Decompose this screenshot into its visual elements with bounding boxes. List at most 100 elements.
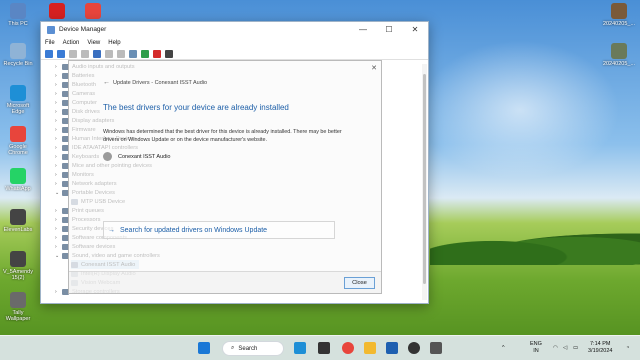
vertical-scrollbar[interactable] xyxy=(422,64,427,300)
desktop-icon[interactable]: ElevenLabs xyxy=(1,209,35,233)
chevron-right-icon[interactable]: › xyxy=(55,226,62,232)
print-icon[interactable] xyxy=(117,49,125,58)
word-taskbar-icon[interactable] xyxy=(386,342,398,354)
app-icon xyxy=(611,3,627,19)
language-indicator[interactable]: ENG IN xyxy=(530,341,542,355)
scan-hardware-icon[interactable] xyxy=(165,49,173,58)
menu-view[interactable]: View xyxy=(87,40,100,46)
chevron-down-icon[interactable]: ⌄ xyxy=(55,190,62,196)
start-icon[interactable] xyxy=(198,342,210,354)
chevron-right-icon[interactable]: › xyxy=(55,163,62,169)
action-view-icon[interactable] xyxy=(105,49,113,58)
clock[interactable]: 7:14 PM 3/19/2024 xyxy=(588,341,612,355)
edge-taskbar-icon[interactable] xyxy=(294,342,306,354)
maximize-button[interactable]: ☐ xyxy=(376,22,402,37)
speaker-icon xyxy=(103,152,112,161)
uninstall-device-icon[interactable] xyxy=(153,49,161,58)
app-icon xyxy=(611,43,627,59)
wallpaper-trees xyxy=(430,225,640,265)
desktop-icon[interactable]: 20240205_... xyxy=(602,3,636,27)
arrow-right-icon: → xyxy=(108,226,115,234)
desktop-icon-label: Microsoft Edge xyxy=(6,103,30,115)
app-icon xyxy=(10,43,26,59)
properties-icon[interactable] xyxy=(81,49,89,58)
chevron-right-icon[interactable]: › xyxy=(55,172,62,178)
close-button[interactable]: Close xyxy=(344,277,375,289)
chevron-right-icon[interactable]: › xyxy=(55,127,62,133)
scrollbar-thumb[interactable] xyxy=(423,74,426,284)
forward-icon[interactable] xyxy=(57,49,65,58)
app-icon xyxy=(10,126,26,142)
chevron-right-icon[interactable]: › xyxy=(55,235,62,241)
desktop-icon-label: ElevenLabs xyxy=(3,227,33,233)
chevron-right-icon[interactable]: › xyxy=(55,154,62,160)
monitor-icon[interactable] xyxy=(129,49,137,58)
device-manager-taskbar-icon[interactable] xyxy=(430,342,442,354)
windows-update-link-text: Search for updated drivers on Windows Up… xyxy=(120,226,268,234)
help-icon[interactable] xyxy=(93,49,101,58)
dialog-footer: Close xyxy=(69,271,381,293)
chevron-right-icon[interactable]: › xyxy=(55,109,62,115)
desktop-icon[interactable]: Google Chrome xyxy=(1,126,35,156)
chrome-taskbar-icon[interactable] xyxy=(342,342,354,354)
media-taskbar-icon[interactable] xyxy=(318,342,330,354)
desktop-icon[interactable]: V_5Amendy 15(2) xyxy=(1,251,35,281)
device-name: Conexant ISST Audio xyxy=(118,153,171,160)
chevron-right-icon[interactable]: › xyxy=(55,244,62,250)
windows-update-link[interactable]: → Search for updated drivers on Windows … xyxy=(103,221,335,239)
device-row: Conexant ISST Audio xyxy=(103,152,171,161)
chevron-right-icon[interactable]: › xyxy=(55,82,62,88)
tray-overflow-icon[interactable]: ^ xyxy=(502,345,505,352)
desktop-icon[interactable]: WhatsApp xyxy=(1,168,35,192)
app-icon xyxy=(10,292,26,308)
chevron-right-icon[interactable]: › xyxy=(55,217,62,223)
chevron-right-icon[interactable]: › xyxy=(55,91,62,97)
desktop-icon-label: This PC xyxy=(8,21,28,27)
menu-help[interactable]: Help xyxy=(108,40,120,46)
desktop-icon-label: WhatsApp xyxy=(5,186,31,192)
show-hide-tree-icon[interactable] xyxy=(69,49,77,58)
app-icon xyxy=(10,3,26,19)
title-bar[interactable]: Device Manager — ☐ ✕ xyxy=(41,22,428,37)
desktop-icon[interactable]: This PC xyxy=(1,3,35,27)
desktop-icon-label: 20240205_... xyxy=(602,21,636,27)
chevron-right-icon[interactable]: › xyxy=(55,289,62,295)
menu-action[interactable]: Action xyxy=(63,40,80,46)
chevron-right-icon[interactable]: › xyxy=(55,73,62,79)
desktop-icon[interactable]: Tally Wallpaper xyxy=(1,292,35,322)
chevron-right-icon[interactable]: › xyxy=(55,100,62,106)
chevron-right-icon[interactable]: › xyxy=(55,181,62,187)
back-icon[interactable] xyxy=(45,49,53,58)
app-icon xyxy=(10,168,26,184)
minimize-button[interactable]: — xyxy=(350,22,376,37)
language-bottom: IN xyxy=(533,348,539,354)
close-window-button[interactable]: ✕ xyxy=(402,22,428,37)
desktop-icon[interactable] xyxy=(76,3,110,21)
back-arrow-icon[interactable]: ← xyxy=(103,79,110,86)
battery-icon[interactable]: ▭ xyxy=(573,345,578,352)
taskbar-search[interactable]: ⌕ Search xyxy=(222,341,284,356)
dialog-breadcrumb: Update Drivers - Conexant ISST Audio xyxy=(113,80,208,86)
chevron-right-icon[interactable]: › xyxy=(55,136,62,142)
dialog-body-text: Windows has determined that the best dri… xyxy=(103,129,342,143)
desktop-icon[interactable]: Recycle Bin xyxy=(1,43,35,67)
app-icon xyxy=(10,251,26,267)
desktop-icon[interactable]: Microsoft Edge xyxy=(1,85,35,115)
chevron-right-icon[interactable]: › xyxy=(55,64,62,70)
dialog-close-icon[interactable]: ✕ xyxy=(371,64,377,72)
menu-file[interactable]: File xyxy=(45,40,55,46)
notifications-icon[interactable]: ◔ xyxy=(626,345,629,352)
desktop-icon[interactable] xyxy=(40,3,74,21)
chevron-down-icon[interactable]: ⌄ xyxy=(55,253,62,259)
update-driver-icon[interactable] xyxy=(141,49,149,58)
file-explorer-icon[interactable] xyxy=(364,342,376,354)
chevron-right-icon[interactable]: › xyxy=(55,145,62,151)
desktop-icon-label: Recycle Bin xyxy=(3,61,33,67)
chevron-right-icon[interactable]: › xyxy=(55,118,62,124)
time: 7:14 PM xyxy=(589,341,611,347)
obs-taskbar-icon[interactable] xyxy=(408,342,420,354)
volume-icon[interactable]: ◁ xyxy=(563,345,567,352)
chevron-right-icon[interactable]: › xyxy=(55,208,62,214)
wifi-icon[interactable]: ◠ xyxy=(553,345,558,352)
desktop-icon[interactable]: 20240205_... xyxy=(602,43,636,67)
